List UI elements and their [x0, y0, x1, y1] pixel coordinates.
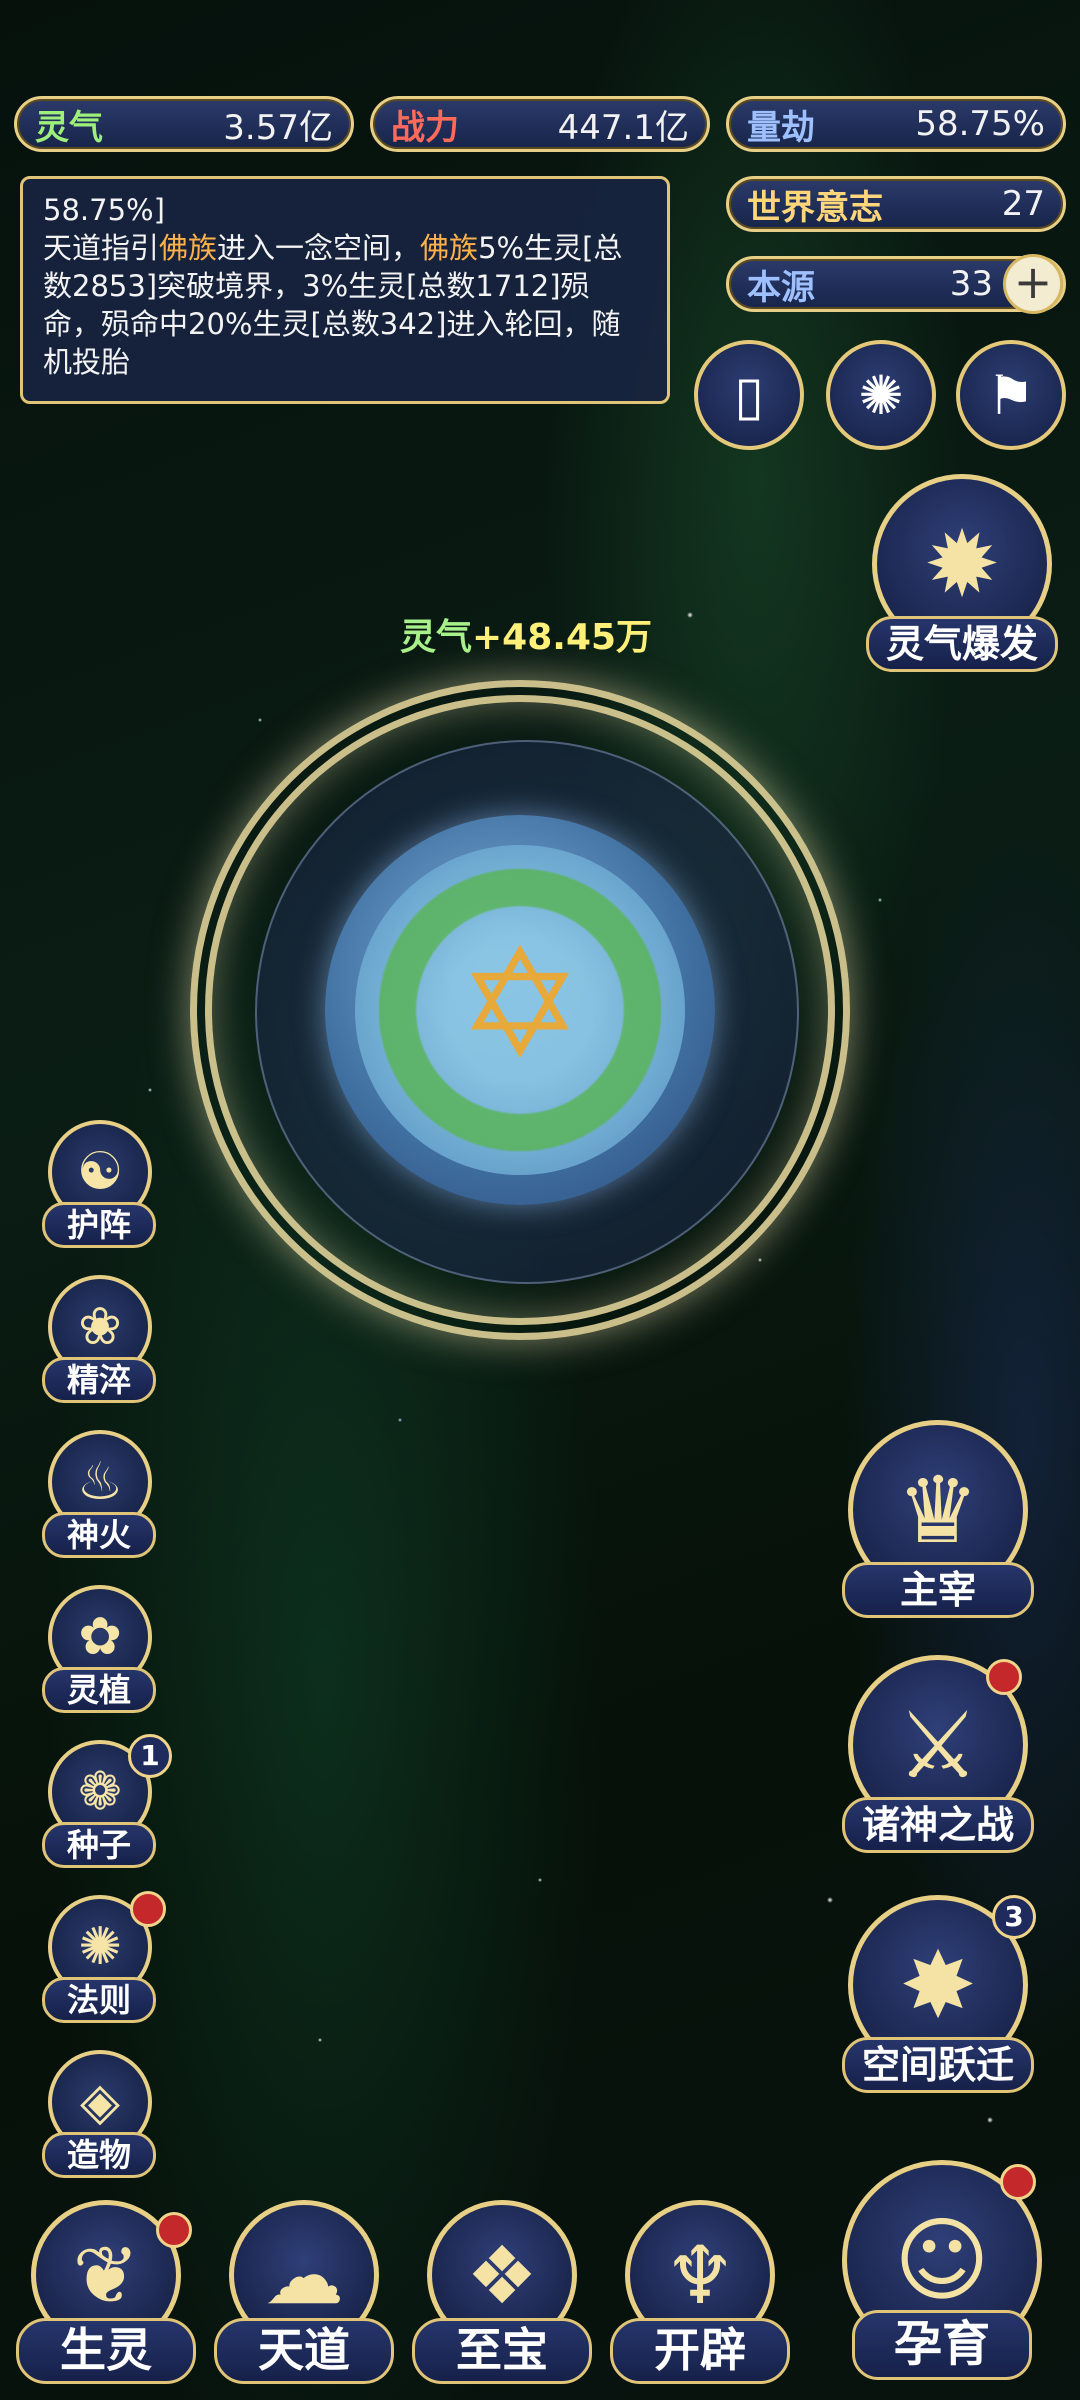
message-line0: 58.75%]: [43, 193, 165, 227]
nav-shengling[interactable]: ❦ 生灵: [16, 2200, 196, 2400]
lingqi-label: 灵气: [35, 107, 103, 148]
kongjian-count-badge: 3: [992, 1895, 1036, 1939]
shengling-notification-dot: [156, 2212, 192, 2248]
vortex-icon: ✺: [858, 363, 904, 427]
six-point-star-icon: ✡: [457, 918, 583, 1092]
benyuan-label: 本源: [747, 267, 815, 308]
zhuzai-label: 主宰: [842, 1562, 1034, 1618]
left-menu-zaowu[interactable]: ◈ 造物: [36, 2050, 162, 2180]
resource-world-will[interactable]: 世界意志 27: [726, 176, 1066, 232]
liangjie-label: 量劫: [747, 107, 815, 148]
world-will-label: 世界意志: [747, 187, 883, 228]
card-icon-button[interactable]: ▯: [694, 340, 804, 450]
add-benyuan-button[interactable]: +: [1003, 254, 1063, 314]
world-will-value: 27: [1001, 184, 1045, 224]
left-menu-huzhen[interactable]: ☯ 护阵: [36, 1120, 162, 1250]
liangjie-value: 58.75%: [915, 104, 1045, 144]
shenhuo-label: 神火: [42, 1512, 156, 1558]
left-menu-faze[interactable]: ✺ 法则: [36, 1891, 166, 2025]
nav-yunyu[interactable]: ☺ 孕育: [842, 2160, 1042, 2390]
yunyu-label: 孕育: [852, 2310, 1032, 2380]
zhibao-label: 至宝: [412, 2318, 592, 2384]
nav-zhibao[interactable]: ❖ 至宝: [412, 2200, 592, 2400]
kaipi-label: 开辟: [610, 2318, 790, 2384]
yunyu-notification-dot: [1000, 2164, 1036, 2200]
card-icon: ▯: [734, 363, 764, 427]
kongjian-label: 空间跃迁: [842, 2037, 1034, 2093]
lingzhi-label: 灵植: [42, 1667, 156, 1713]
banner-icon: ⚑: [986, 363, 1036, 427]
zhongzi-label: 种子: [42, 1822, 156, 1868]
zhanli-value: 447.1亿: [557, 107, 689, 148]
faze-label: 法则: [42, 1977, 156, 2023]
resource-liangjie[interactable]: 量劫 58.75%: [726, 96, 1066, 152]
lingqi-value: 3.57亿: [223, 107, 333, 148]
left-menu-zhongzi[interactable]: ❁ 种子 1: [36, 1734, 172, 1870]
zhanli-label: 战力: [391, 107, 459, 148]
jingcui-label: 精淬: [42, 1357, 156, 1403]
lingqi-burst-label: 灵气爆发: [866, 616, 1058, 672]
banner-icon-button[interactable]: ⚑: [956, 340, 1066, 450]
left-menu-shenhuo[interactable]: ♨ 神火: [36, 1430, 162, 1560]
zhushen-label: 诸神之战: [842, 1797, 1034, 1853]
left-menu-jingcui[interactable]: ❀ 精淬: [36, 1275, 162, 1405]
zhushen-notification-dot: [986, 1659, 1022, 1695]
tiandao-label: 天道: [214, 2318, 394, 2384]
event-message-panel: 58.75%] 天道指引佛族进入一念空间，佛族5%生灵[总数2853]突破境界，…: [20, 176, 670, 404]
lingqi-gain-text: 灵气+48.45万: [400, 617, 653, 658]
zhongzi-count-badge: 1: [128, 1734, 172, 1778]
resource-benyuan: 本源 33 +: [726, 254, 1066, 314]
benyuan-value: 33: [949, 264, 993, 304]
shengling-label: 生灵: [16, 2318, 196, 2384]
right-menu-kongjian[interactable]: ✸ 空间跃迁 3: [838, 1895, 1038, 2093]
right-menu-zhuzai[interactable]: ♛ 主宰: [838, 1420, 1038, 1618]
vortex-icon-button[interactable]: ✺: [826, 340, 936, 450]
faze-notification-dot: [130, 1891, 166, 1927]
nav-kaipi[interactable]: ♆ 开辟: [610, 2200, 790, 2400]
left-menu-lingzhi[interactable]: ✿ 灵植: [36, 1585, 162, 1715]
resource-zhanli: 战力 447.1亿: [370, 96, 710, 152]
huzhen-label: 护阵: [42, 1202, 156, 1248]
resource-lingqi: 灵气 3.57亿: [14, 96, 354, 152]
nav-tiandao[interactable]: ☁ 天道: [214, 2200, 394, 2400]
zaowu-label: 造物: [42, 2132, 156, 2178]
lingqi-burst-button[interactable]: ✹ 灵气爆发: [862, 474, 1062, 672]
right-menu-zhushen[interactable]: ⚔ 诸神之战: [838, 1655, 1038, 1853]
message-body: 天道指引佛族进入一念空间，佛族5%生灵[总数2853]突破境界，3%生灵[总数1…: [43, 231, 623, 379]
